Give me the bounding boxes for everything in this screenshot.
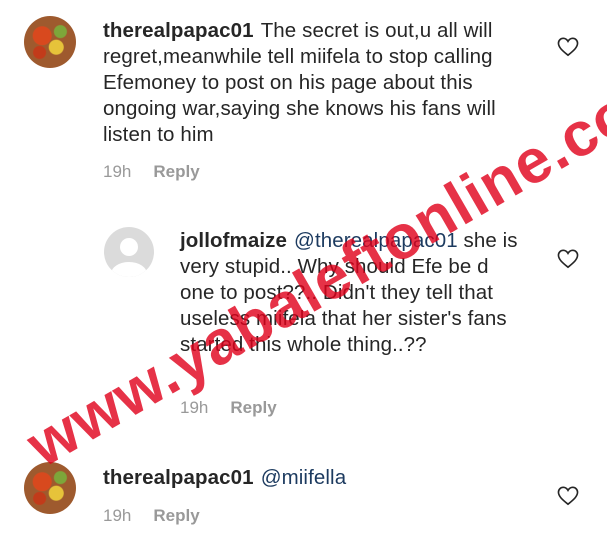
avatar[interactable] bbox=[24, 462, 76, 514]
avatar[interactable] bbox=[24, 16, 76, 68]
comment-body: therealpapac01 @miifella bbox=[103, 465, 543, 491]
reply-button[interactable]: Reply bbox=[153, 162, 199, 181]
avatar-head-shape bbox=[120, 238, 138, 256]
comment-3: therealpapac01 @miifella 19h Reply bbox=[0, 450, 607, 539]
reply-button[interactable]: Reply bbox=[230, 398, 276, 417]
comment-body: therealpapac01 The secret is out,u all wi… bbox=[103, 18, 543, 148]
avatar-torso-shape bbox=[111, 262, 147, 277]
comment-mention[interactable]: @miifella bbox=[261, 466, 347, 489]
comment-username[interactable]: jollofmaize bbox=[180, 229, 287, 252]
comment-meta: 19h Reply bbox=[180, 398, 277, 418]
comment-meta: 19h Reply bbox=[103, 162, 200, 182]
comment-1: therealpapac01 The secret is out,u all wi… bbox=[0, 0, 607, 200]
comment-username[interactable]: therealpapac01 bbox=[103, 19, 254, 42]
reply-button[interactable]: Reply bbox=[153, 506, 199, 525]
comment-mention[interactable]: @therealpapac01 bbox=[294, 229, 458, 252]
comment-2: jollofmaize @therealpapac01 she is very s… bbox=[0, 215, 607, 435]
comment-meta: 19h Reply bbox=[103, 506, 200, 526]
comment-username[interactable]: therealpapac01 bbox=[103, 466, 254, 489]
like-heart-icon[interactable] bbox=[557, 37, 579, 57]
comment-timestamp: 19h bbox=[180, 398, 209, 417]
comment-timestamp: 19h bbox=[103, 162, 132, 181]
like-heart-icon[interactable] bbox=[557, 486, 579, 506]
like-heart-icon[interactable] bbox=[557, 249, 579, 269]
comment-body: jollofmaize @therealpapac01 she is very s… bbox=[180, 228, 525, 358]
comment-timestamp: 19h bbox=[103, 506, 132, 525]
avatar[interactable] bbox=[104, 227, 154, 277]
